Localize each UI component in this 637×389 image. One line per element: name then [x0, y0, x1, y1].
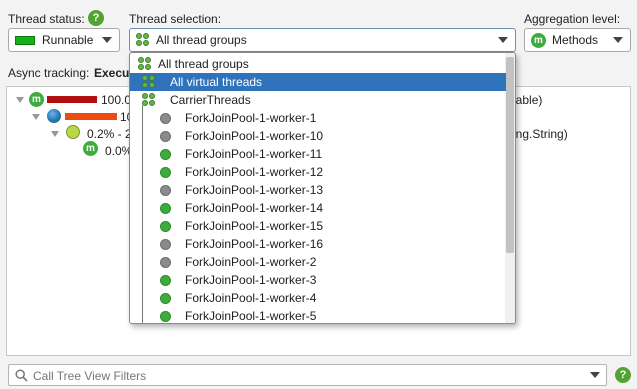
dropdown-item[interactable]: ForkJoinPool-1-worker-2 — [130, 253, 506, 271]
dropdown-item[interactable]: ForkJoinPool-1-worker-3 — [130, 271, 506, 289]
dropdown-item[interactable]: ForkJoinPool-1-worker-12 — [130, 163, 506, 181]
groups-icon — [142, 75, 156, 89]
aggregation-level-label: Aggregation level: — [524, 12, 621, 26]
dropdown-item-label: ForkJoinPool-1-worker-11 — [185, 147, 323, 161]
runnable-status-icon — [15, 35, 35, 45]
thread-selection-value: All thread groups — [156, 33, 247, 47]
dropdown-item[interactable]: ForkJoinPool-1-worker-5 — [130, 307, 506, 323]
async-tracking-value[interactable]: Execu — [94, 66, 129, 80]
dropdown-item-label: ForkJoinPool-1-worker-5 — [185, 309, 317, 323]
thread-icon — [160, 238, 171, 250]
expand-toggle-icon[interactable] — [32, 114, 40, 120]
thread-icon — [160, 112, 171, 124]
dropdown-item[interactable]: ForkJoinPool-1-worker-16 — [130, 235, 506, 253]
dropdown-item-label: ForkJoinPool-1-worker-1 — [185, 111, 317, 125]
tree-row-text: ang.String) — [509, 127, 568, 141]
help-icon[interactable]: ? — [88, 10, 104, 26]
aggregation-level-combo[interactable]: m Methods — [524, 28, 631, 52]
search-icon — [15, 369, 28, 382]
dropdown-item[interactable]: ForkJoinPool-1-worker-15 — [130, 217, 506, 235]
thread-status-label: Thread status: — [8, 12, 85, 26]
thread-icon — [160, 148, 171, 160]
dropdown-item-label: ForkJoinPool-1-worker-12 — [185, 165, 324, 179]
expand-toggle-icon[interactable] — [16, 97, 24, 103]
groups-icon — [142, 93, 156, 107]
chevron-down-icon — [613, 37, 623, 43]
tree-row-percentage: 0.2% - 2 — [87, 127, 132, 141]
chevron-down-icon[interactable] — [590, 372, 600, 378]
dropdown-item-label: ForkJoinPool-1-worker-14 — [185, 201, 324, 215]
thread-icon — [160, 220, 171, 232]
method-icon: m — [83, 141, 98, 156]
chevron-down-icon — [102, 37, 112, 43]
dropdown-item[interactable]: ForkJoinPool-1-worker-4 — [130, 289, 506, 307]
dropdown-item-label: ForkJoinPool-1-worker-10 — [185, 129, 324, 143]
dropdown-item-label: All thread groups — [158, 57, 249, 71]
help-icon[interactable]: ? — [615, 367, 631, 383]
dropdown-item-label: CarrierThreads — [170, 93, 251, 107]
dropdown-item[interactable]: ForkJoinPool-1-worker-14 — [130, 199, 506, 217]
dropdown-item[interactable]: ForkJoinPool-1-worker-10 — [130, 127, 506, 145]
aggregation-level-value: Methods — [552, 33, 599, 47]
thread-icon — [160, 292, 171, 304]
percentage-bar — [47, 96, 97, 103]
thread-icon — [160, 130, 171, 142]
thread-icon — [160, 202, 171, 214]
async-tracking-label: Async tracking: — [8, 66, 90, 80]
chevron-down-icon — [498, 37, 508, 43]
thread-selection-label: Thread selection: — [129, 12, 222, 26]
thread-selection-dropdown[interactable]: All thread groups All virtual threads Carr… — [129, 52, 516, 324]
dropdown-item[interactable]: ForkJoinPool-1-worker-1 — [130, 109, 506, 127]
dropdown-item[interactable]: CarrierThreads — [130, 91, 506, 109]
groups-icon — [138, 57, 152, 71]
thread-selection-combo[interactable]: All thread groups — [129, 28, 516, 52]
thread-icon — [160, 274, 171, 286]
tree-row-percentage: 100.0 — [101, 93, 132, 107]
thread-icon — [160, 310, 171, 322]
dropdown-item[interactable]: ForkJoinPool-1-worker-13 — [130, 181, 506, 199]
method-icon: m — [29, 92, 44, 107]
globe-icon — [47, 109, 61, 123]
method-icon: m — [531, 32, 546, 48]
thread-status-combo[interactable]: Runnable — [8, 28, 120, 52]
thread-icon — [160, 256, 171, 268]
dropdown-scrollbar[interactable] — [505, 53, 515, 323]
dropdown-item-label: ForkJoinPool-1-worker-16 — [185, 237, 324, 251]
dropdown-item-label: ForkJoinPool-1-worker-13 — [185, 183, 324, 197]
dropdown-item[interactable]: All thread groups — [130, 55, 506, 73]
no-entry-icon — [66, 125, 80, 139]
dropdown-item-label: ForkJoinPool-1-worker-3 — [185, 273, 317, 287]
dropdown-item[interactable]: ForkJoinPool-1-worker-11 — [130, 145, 506, 163]
percentage-bar — [65, 113, 117, 120]
call-tree-filter-input[interactable]: Call Tree View Filters — [8, 364, 607, 386]
thread-status-value: Runnable — [42, 33, 94, 47]
dropdown-scrollbar-thumb[interactable] — [506, 57, 514, 253]
dropdown-item[interactable]: All virtual threads — [130, 73, 506, 91]
thread-groups-icon — [136, 33, 150, 47]
filter-placeholder: Call Tree View Filters — [33, 369, 147, 383]
dropdown-item-label: ForkJoinPool-1-worker-15 — [185, 219, 324, 233]
thread-icon — [160, 184, 171, 196]
dropdown-item-label: All virtual threads — [170, 75, 263, 89]
dropdown-item-label: ForkJoinPool-1-worker-2 — [185, 255, 317, 269]
thread-icon — [160, 166, 171, 178]
dropdown-item-label: ForkJoinPool-1-worker-4 — [185, 291, 317, 305]
expand-toggle-icon[interactable] — [51, 131, 59, 137]
